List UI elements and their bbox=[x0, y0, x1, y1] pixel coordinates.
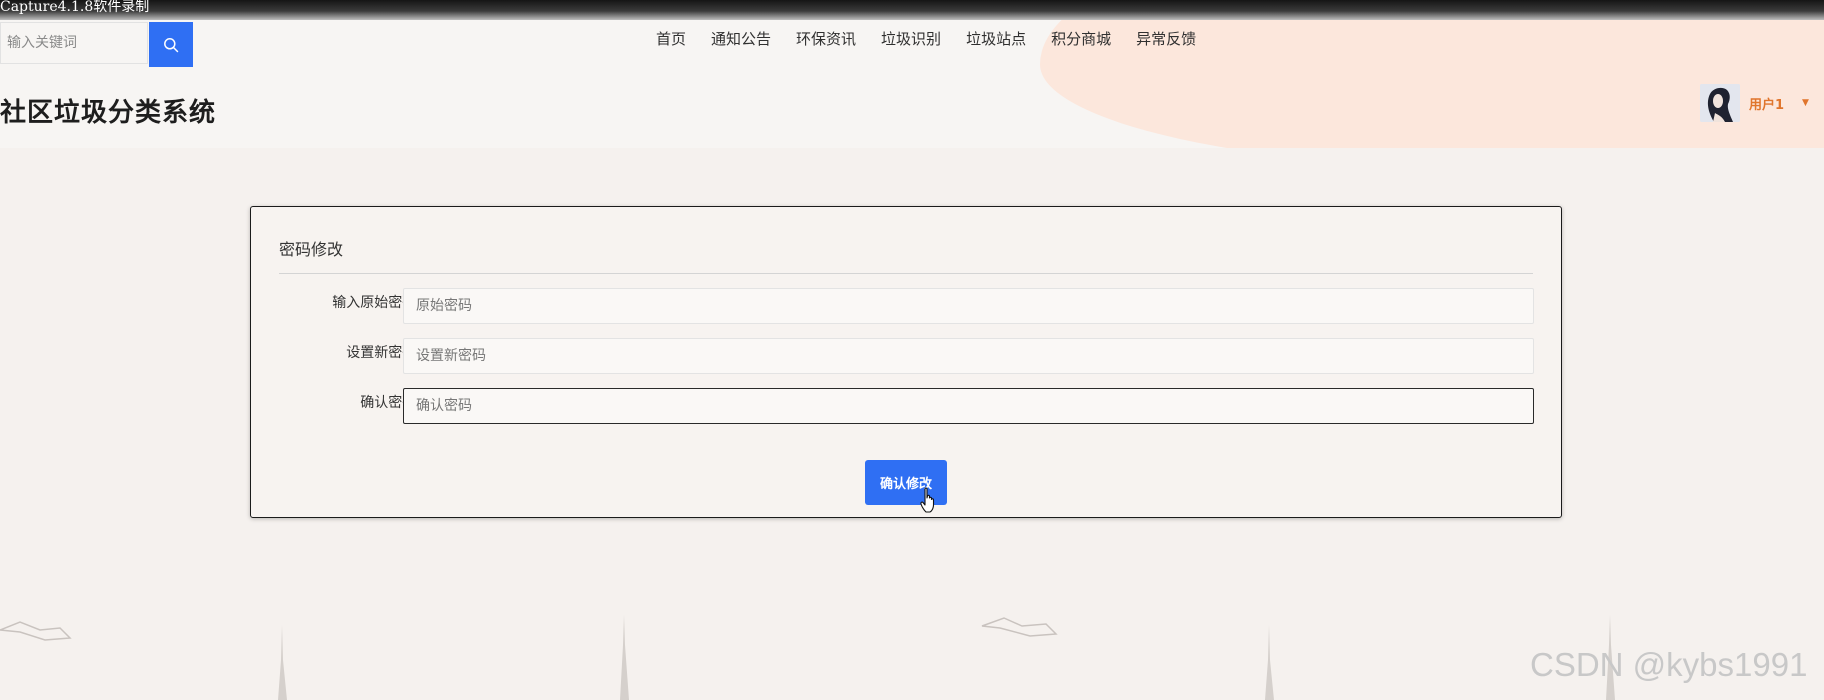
form-row-confirm-password: 确认密码: bbox=[251, 388, 1563, 424]
form-row-new-password: 设置新密码: bbox=[251, 338, 1563, 374]
nav-feedback[interactable]: 异常反馈 bbox=[1136, 28, 1196, 50]
search-input[interactable] bbox=[0, 22, 148, 64]
username[interactable]: 用户1 bbox=[1749, 94, 1784, 113]
nav-home[interactable]: 首页 bbox=[656, 28, 686, 50]
user-menu[interactable]: 用户1 ▼ bbox=[1700, 84, 1809, 122]
old-password-input[interactable] bbox=[403, 288, 1534, 324]
hand-cursor-icon bbox=[920, 487, 935, 513]
recorder-bar: Capture4.1.8软件录制 bbox=[0, 0, 1824, 20]
avatar[interactable] bbox=[1700, 84, 1740, 122]
main-nav: 首页 通知公告 环保资讯 垃圾识别 垃圾站点 积分商城 异常反馈 bbox=[656, 28, 1221, 50]
panel-divider bbox=[279, 273, 1533, 274]
search-icon bbox=[164, 37, 179, 52]
nav-points-mall[interactable]: 积分商城 bbox=[1051, 28, 1111, 50]
nav-announcements[interactable]: 通知公告 bbox=[711, 28, 771, 50]
search-button[interactable] bbox=[149, 22, 193, 67]
nav-garbage-stations[interactable]: 垃圾站点 bbox=[966, 28, 1026, 50]
recorder-label: Capture4.1.8软件录制 bbox=[0, 0, 150, 15]
new-password-input[interactable] bbox=[403, 338, 1534, 374]
site-title: 社区垃圾分类系统 bbox=[0, 98, 217, 128]
watermark: CSDN @kybs1991 bbox=[1530, 646, 1808, 683]
caret-down-icon[interactable]: ▼ bbox=[1802, 98, 1809, 108]
nav-garbage-recognition[interactable]: 垃圾识别 bbox=[881, 28, 941, 50]
avatar-image bbox=[1700, 84, 1740, 122]
site-header: 首页 通知公告 环保资讯 垃圾识别 垃圾站点 积分商城 异常反馈 社区垃圾分类系… bbox=[0, 20, 1824, 148]
password-change-panel: 密码修改 输入原始密码: 设置新密码: 确认密码: 确认修改 bbox=[250, 206, 1562, 518]
confirm-password-input[interactable] bbox=[403, 388, 1534, 424]
nav-eco-news[interactable]: 环保资讯 bbox=[796, 28, 856, 50]
form-row-old-password: 输入原始密码: bbox=[251, 288, 1563, 324]
panel-title: 密码修改 bbox=[279, 240, 344, 259]
